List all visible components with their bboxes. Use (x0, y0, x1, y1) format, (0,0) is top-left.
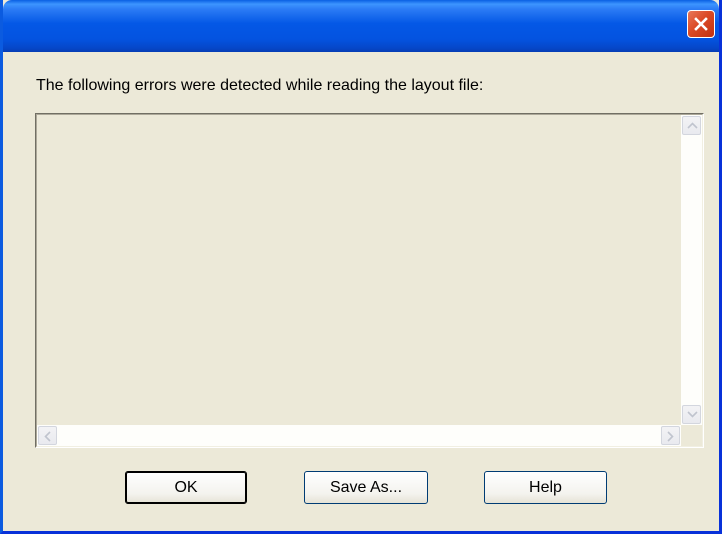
error-message-label: The following errors were detected while… (36, 77, 484, 94)
scroll-up-button[interactable] (682, 116, 701, 135)
arrow-right-icon (667, 431, 674, 442)
help-button[interactable]: Help (484, 471, 607, 504)
scrollbar-corner (681, 425, 702, 446)
close-icon (694, 17, 708, 31)
scroll-down-button[interactable] (682, 405, 701, 424)
error-list-content (36, 114, 703, 447)
arrow-up-icon (687, 122, 698, 129)
scroll-left-button[interactable] (38, 426, 57, 445)
vertical-scrollbar[interactable] (681, 115, 702, 425)
close-button[interactable] (687, 10, 715, 38)
error-list[interactable] (35, 113, 704, 448)
save-as-button[interactable]: Save As... (304, 471, 428, 504)
error-dialog: The following errors were detected while… (0, 0, 722, 534)
arrow-down-icon (687, 411, 698, 418)
scroll-right-button[interactable] (661, 426, 680, 445)
ok-button[interactable]: OK (125, 471, 247, 504)
title-bar[interactable] (3, 0, 719, 52)
arrow-left-icon (44, 431, 51, 442)
horizontal-scrollbar[interactable] (37, 425, 681, 446)
